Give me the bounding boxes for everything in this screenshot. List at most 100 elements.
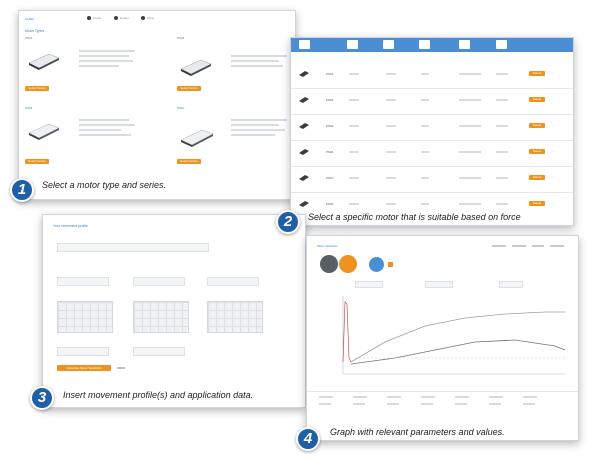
cell-value bbox=[459, 73, 481, 75]
chevron-right-icon[interactable]: › bbox=[553, 175, 554, 179]
desc-line bbox=[231, 60, 279, 62]
cell-value bbox=[496, 177, 508, 179]
filter-field[interactable] bbox=[496, 40, 507, 49]
motor-type-icon[interactable] bbox=[320, 255, 338, 273]
parameter-select[interactable] bbox=[499, 281, 523, 288]
desc-line bbox=[79, 60, 133, 62]
desc-line bbox=[79, 55, 129, 57]
table-row[interactable]: PS02 Select › bbox=[291, 90, 573, 110]
motor-thumbnail-icon bbox=[299, 201, 309, 207]
parameter-select[interactable] bbox=[355, 281, 383, 288]
toolbar-link[interactable] bbox=[532, 245, 544, 247]
result-value bbox=[319, 403, 331, 405]
chevron-right-icon[interactable]: › bbox=[553, 71, 554, 75]
motor-thumbnail-icon bbox=[299, 97, 309, 103]
motor-thumbnail-icon bbox=[299, 149, 309, 155]
select-series-button[interactable]: Select Series bbox=[25, 86, 49, 91]
result-value bbox=[489, 396, 503, 398]
filter-field[interactable] bbox=[419, 40, 430, 49]
step-badge-1: 1 bbox=[10, 178, 34, 202]
parameter-select[interactable] bbox=[425, 281, 453, 288]
cell-value bbox=[421, 151, 429, 153]
result-value bbox=[353, 403, 365, 405]
cell-value bbox=[349, 99, 359, 101]
select-series-button[interactable]: Select Series bbox=[25, 159, 49, 164]
result-value bbox=[319, 396, 333, 398]
cell-value bbox=[386, 73, 396, 75]
toolbar-link[interactable] bbox=[512, 245, 526, 247]
form-title: Your movement profile bbox=[53, 224, 88, 228]
cell-value bbox=[459, 151, 481, 153]
cell-value bbox=[421, 125, 429, 127]
table-row[interactable]: PS04 Select › bbox=[291, 142, 573, 162]
chevron-right-icon[interactable]: › bbox=[553, 123, 554, 127]
page-title: Motor Types bbox=[25, 29, 45, 33]
desc-line bbox=[79, 119, 129, 121]
caption-step-3: Insert movement profile(s) and applicati… bbox=[63, 390, 254, 400]
cell-value bbox=[496, 203, 508, 205]
acceleration-input[interactable] bbox=[207, 277, 259, 286]
cell-value bbox=[349, 125, 359, 127]
desc-line bbox=[231, 129, 285, 131]
motor-model: PS02 bbox=[326, 98, 334, 102]
filter-field[interactable] bbox=[459, 40, 470, 49]
cell-value bbox=[459, 99, 481, 101]
select-motor-button[interactable]: Select bbox=[529, 175, 545, 180]
table-row[interactable]: PS01 Select › bbox=[291, 64, 573, 84]
cell-value bbox=[459, 125, 481, 127]
desc-line bbox=[231, 124, 279, 126]
motor-icon[interactable] bbox=[369, 257, 384, 272]
table-row[interactable]: PS03 Select › bbox=[291, 116, 573, 136]
linear-motor-image bbox=[28, 123, 60, 140]
select-motor-button[interactable]: Select bbox=[529, 123, 545, 128]
series-icon[interactable] bbox=[339, 255, 357, 273]
velocity-input[interactable] bbox=[133, 277, 185, 286]
cell-value bbox=[386, 177, 396, 179]
select-series-button[interactable]: Select Series bbox=[177, 159, 201, 164]
filter-field[interactable] bbox=[347, 40, 358, 49]
table-row[interactable]: PS30 Select › bbox=[291, 194, 573, 214]
calculate-button[interactable]: Calculate Motor Suitability bbox=[57, 365, 111, 371]
desc-line bbox=[231, 134, 275, 136]
cell-value bbox=[459, 177, 481, 179]
motor-model: PS30 bbox=[326, 202, 334, 206]
result-value bbox=[523, 396, 537, 398]
toolbar-link[interactable] bbox=[550, 245, 564, 247]
row-divider bbox=[291, 88, 573, 89]
motor-model: PS03 bbox=[326, 124, 334, 128]
reset-link[interactable] bbox=[117, 367, 125, 369]
select-motor-button[interactable]: Select bbox=[529, 97, 545, 102]
cell-value bbox=[496, 151, 508, 153]
cell-value bbox=[349, 203, 359, 205]
stroke-input[interactable] bbox=[57, 277, 109, 286]
chevron-right-icon[interactable]: › bbox=[553, 149, 554, 153]
chevron-right-icon[interactable]: › bbox=[553, 201, 554, 205]
filter-field[interactable] bbox=[299, 40, 310, 49]
select-motor-button[interactable]: Select bbox=[529, 71, 545, 76]
select-series-button[interactable]: Select Series bbox=[177, 86, 201, 91]
select-motor-button[interactable]: Select bbox=[529, 201, 545, 206]
row-divider bbox=[291, 114, 573, 115]
cell-value bbox=[496, 99, 508, 101]
screenshot-movement-profile: Your movement profile Calculate Motor Su… bbox=[42, 214, 306, 408]
velocity-curve-series bbox=[350, 311, 565, 363]
result-value bbox=[387, 396, 401, 398]
linear-motor-image bbox=[28, 53, 60, 70]
toolbar-link[interactable] bbox=[492, 245, 506, 247]
cell-value bbox=[349, 177, 359, 179]
table-row[interactable]: PS10 Select › bbox=[291, 168, 573, 188]
radio-icon bbox=[87, 16, 91, 20]
force-curve-series bbox=[350, 339, 566, 365]
desc-line bbox=[231, 55, 287, 57]
cell-value bbox=[349, 73, 359, 75]
desc-line bbox=[79, 129, 121, 131]
force-input[interactable] bbox=[133, 347, 185, 356]
filter-field[interactable] bbox=[383, 40, 394, 49]
select-motor-button[interactable]: Select bbox=[529, 149, 545, 154]
mass-input[interactable] bbox=[57, 347, 109, 356]
result-value bbox=[387, 403, 399, 405]
desc-line bbox=[79, 50, 135, 52]
profile-name-input[interactable] bbox=[57, 243, 209, 252]
chevron-right-icon[interactable]: › bbox=[553, 97, 554, 101]
desc-line bbox=[231, 119, 287, 121]
